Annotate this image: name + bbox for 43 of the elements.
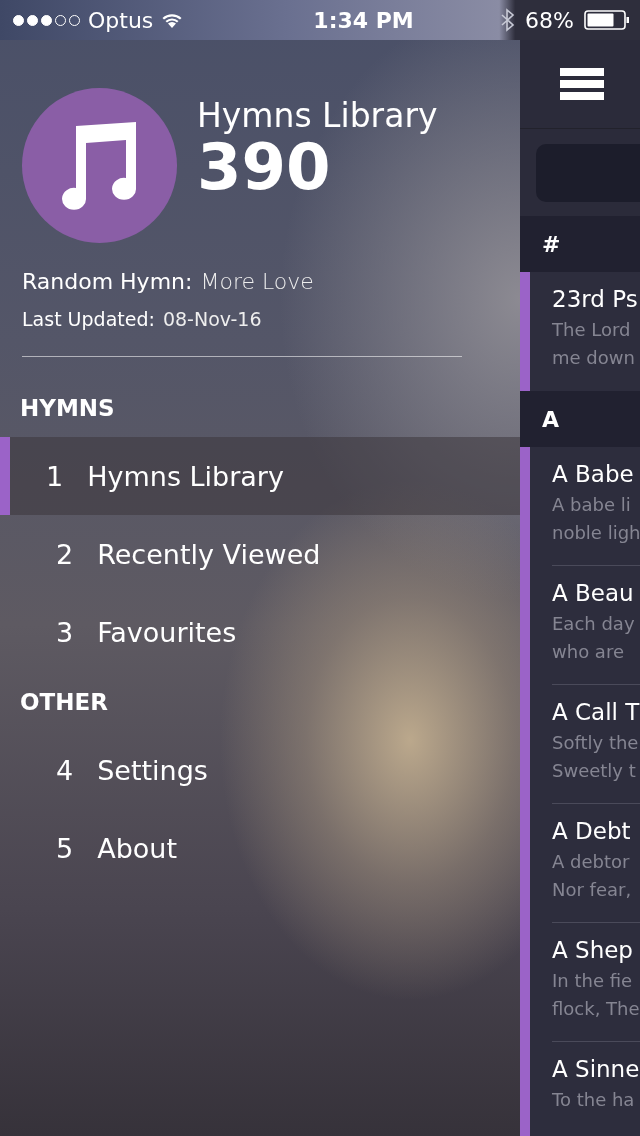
hymn-preview: A debtor (552, 850, 631, 874)
hymn-title[interactable]: A Beau (552, 580, 640, 606)
section-heading: OTHER (19, 688, 109, 717)
hymn-preview: In the fie (552, 969, 634, 993)
hymn-preview: Softly the (552, 731, 640, 755)
last-updated-date: 08-Nov-16 (162, 308, 262, 330)
menu-icon[interactable] (560, 68, 604, 100)
hymn-preview: To the ha (552, 1088, 636, 1112)
hymn-count: 390 (197, 135, 331, 199)
menu-item[interactable]: 1 Hymns Library (0, 437, 520, 515)
section-header: A (520, 391, 640, 447)
last-updated-label: Last Updated: (22, 308, 155, 330)
hymn-preview: who are (552, 640, 625, 664)
hymn-title[interactable]: 23rd Ps (552, 286, 640, 312)
hymn-preview: Sweetly t (552, 759, 637, 783)
hymn-preview: The Lord (552, 318, 632, 342)
hymn-preview: A babe li (552, 493, 632, 517)
section-header: # (520, 216, 640, 272)
bluetooth-icon (501, 8, 516, 32)
hymn-preview: noble ligh (552, 521, 640, 545)
battery-icon (584, 10, 630, 30)
carrier-name: Optus (88, 7, 154, 33)
hymn-title[interactable]: A Call T (552, 699, 640, 725)
music-note-icon (61, 121, 138, 210)
menu-item[interactable]: 2 Recently Viewed (0, 515, 520, 593)
hymn-preview: me down (552, 346, 636, 370)
random-hymn-label: Random Hymn: (22, 269, 193, 294)
hymn-preview: flock, The (552, 997, 640, 1021)
menu-item[interactable]: 4 Settings (0, 731, 520, 809)
hymn-title[interactable]: A Babe (552, 461, 640, 487)
clock: 1:34 PM (312, 7, 415, 33)
hymn-title[interactable]: A Sinne (552, 1056, 640, 1082)
hymn-preview: Each day (552, 612, 636, 636)
section-heading: HYMNS (19, 394, 116, 423)
random-hymn-link[interactable]: More Love (200, 269, 314, 294)
library-title: Hymns Library (197, 96, 438, 135)
menu-item[interactable]: 3 Favourites (0, 593, 520, 671)
menu-item[interactable]: 5 About (0, 809, 520, 887)
battery-percent: 68% (525, 7, 574, 33)
hymn-title[interactable]: A Shep (552, 937, 640, 963)
wifi-icon (161, 12, 184, 28)
hymn-preview: Nor fear, (552, 878, 633, 902)
hymn-title[interactable]: A Debt (552, 818, 640, 844)
